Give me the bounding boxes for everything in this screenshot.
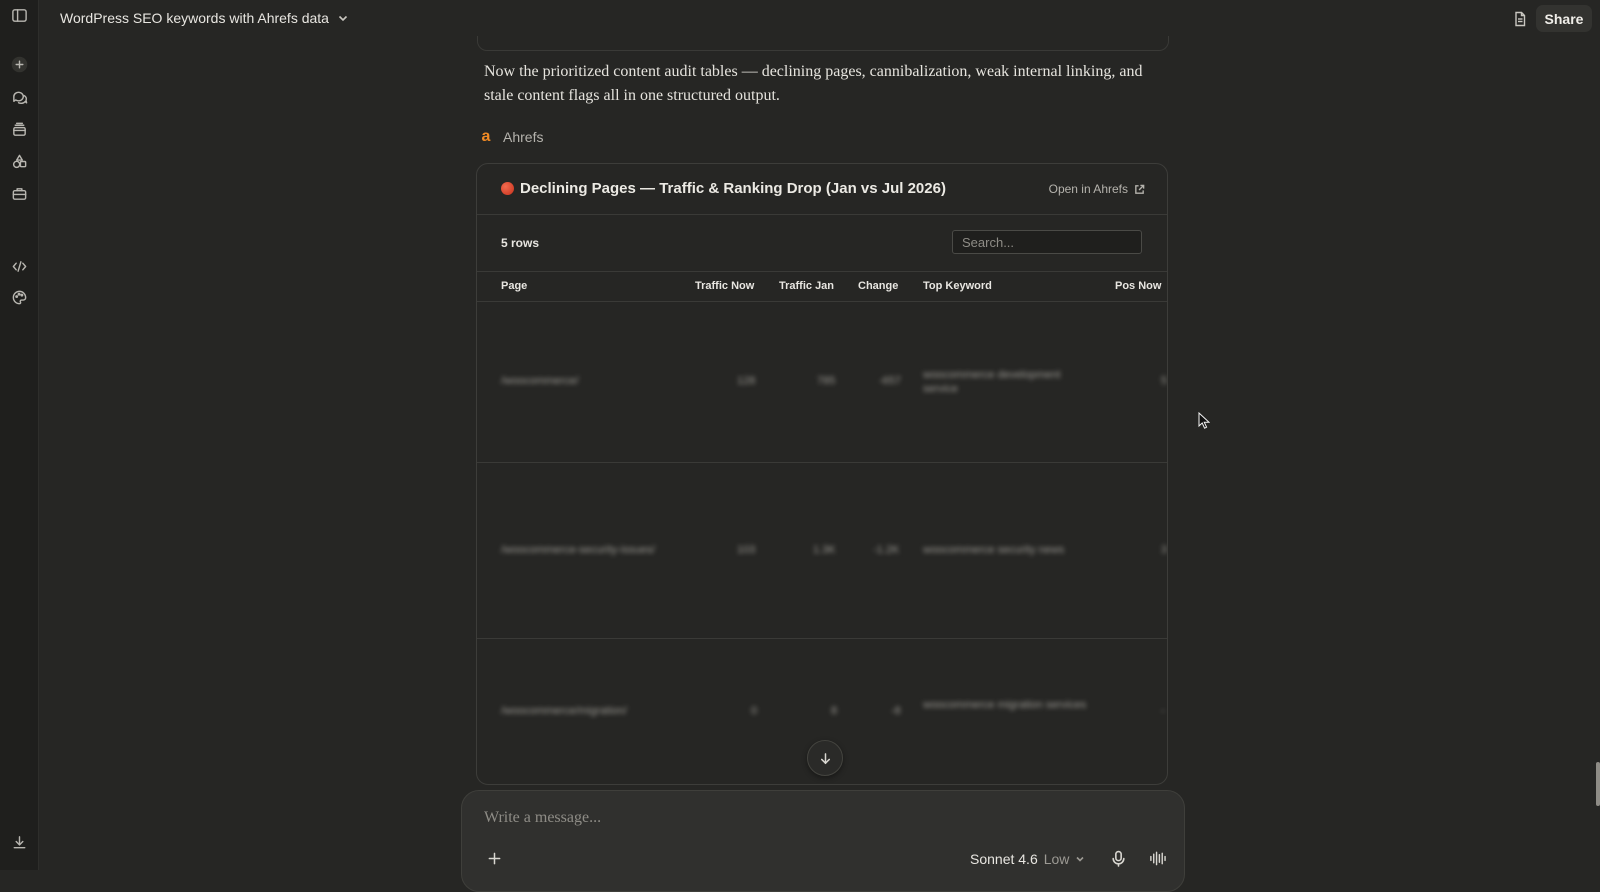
cell-pos-now: 5 bbox=[1161, 375, 1168, 387]
microphone-button[interactable] bbox=[1108, 848, 1128, 868]
mouse-cursor-icon bbox=[1198, 412, 1210, 429]
microphone-icon bbox=[1111, 850, 1125, 867]
cell-top-keyword: woocommerce development service bbox=[923, 369, 1061, 395]
cell-traffic-now: 103 bbox=[737, 544, 756, 556]
model-name: Sonnet 4.6 bbox=[970, 851, 1038, 867]
red-circle-icon bbox=[501, 182, 514, 195]
col-header-top-keyword[interactable]: Top Keyword bbox=[923, 280, 992, 292]
code-icon[interactable] bbox=[7, 254, 31, 278]
palette-icon[interactable] bbox=[7, 285, 31, 309]
cell-page: /woocommerce/ bbox=[501, 375, 579, 387]
cell-pos-now: 3 bbox=[1161, 544, 1168, 556]
message-input[interactable] bbox=[482, 805, 1126, 831]
ahrefs-logo-icon: a bbox=[481, 128, 491, 145]
col-header-pos-now[interactable]: Pos Now bbox=[1115, 280, 1161, 292]
cell-traffic-jan: 8 bbox=[831, 705, 838, 717]
open-in-ahrefs-link[interactable]: Open in Ahrefs bbox=[1049, 182, 1145, 196]
arrow-down-icon bbox=[820, 752, 830, 764]
model-selector[interactable]: Sonnet 4.6 Low bbox=[970, 851, 1085, 867]
col-header-traffic-jan[interactable]: Traffic Jan bbox=[779, 280, 834, 292]
document-icon[interactable] bbox=[1510, 9, 1530, 29]
cell-traffic-jan: 1.3K bbox=[813, 544, 836, 556]
external-link-icon bbox=[1135, 184, 1145, 194]
declining-pages-card: Declining Pages — Traffic & Ranking Drop… bbox=[476, 163, 1168, 785]
card-title-text: Declining Pages — Traffic & Ranking Drop… bbox=[520, 180, 946, 197]
sidebar-toggle-icon[interactable] bbox=[7, 3, 31, 27]
voice-mode-button[interactable] bbox=[1146, 848, 1168, 868]
chevron-down-icon bbox=[1076, 856, 1084, 862]
assistant-message-text: Now the prioritized content audit tables… bbox=[484, 63, 1143, 104]
conversation-title-dropdown[interactable]: WordPress SEO keywords with Ahrefs data bbox=[60, 10, 349, 26]
col-header-traffic-now[interactable]: Traffic Now bbox=[695, 280, 754, 292]
card-title: Declining Pages — Traffic & Ranking Drop… bbox=[501, 180, 946, 197]
cell-pos-now: - bbox=[1161, 705, 1165, 717]
chevron-down-icon bbox=[338, 15, 348, 22]
open-in-ahrefs-label: Open in Ahrefs bbox=[1048, 182, 1128, 196]
col-header-change[interactable]: Change bbox=[858, 280, 898, 292]
tool-attribution: a Ahrefs bbox=[479, 128, 544, 146]
waveform-icon bbox=[1149, 851, 1166, 865]
cell-page: /woocommerce-security-issues/ bbox=[501, 544, 656, 556]
previous-card-edge bbox=[477, 36, 1169, 51]
toolbox-icon[interactable] bbox=[7, 181, 31, 205]
card-header: Declining Pages — Traffic & Ranking Drop… bbox=[477, 164, 1167, 215]
cell-change: -1.2K bbox=[873, 544, 900, 556]
left-sidebar bbox=[0, 0, 39, 870]
share-button[interactable]: Share bbox=[1536, 5, 1592, 32]
cell-traffic-now: 128 bbox=[737, 375, 756, 387]
cell-top-keyword: woocommerce security news bbox=[923, 544, 1065, 556]
table-header-row: Page Traffic Now Traffic Jan Change Top … bbox=[477, 272, 1167, 302]
table-toolbar: 5 rows bbox=[477, 215, 1167, 272]
scrollbar-thumb[interactable] bbox=[1596, 762, 1600, 806]
col-header-page[interactable]: Page bbox=[501, 280, 527, 292]
conversation-title: WordPress SEO keywords with Ahrefs data bbox=[60, 10, 329, 26]
table-search-input[interactable] bbox=[952, 230, 1142, 254]
table-row: /woocommerce/ 128 785 -657 woocommerce d… bbox=[477, 302, 1167, 463]
chats-icon[interactable] bbox=[7, 85, 31, 109]
scroll-to-bottom-button[interactable] bbox=[807, 740, 843, 776]
cell-traffic-now: 0 bbox=[751, 705, 758, 717]
artifacts-icon[interactable] bbox=[7, 149, 31, 173]
plus-icon bbox=[488, 852, 500, 864]
rows-count: 5 rows bbox=[501, 236, 540, 250]
message-composer: Sonnet 4.6 Low bbox=[461, 790, 1185, 892]
cell-page: /woocommerce/migration/ bbox=[501, 705, 627, 717]
cell-traffic-jan: 785 bbox=[817, 375, 836, 387]
effort-level: Low bbox=[1043, 851, 1070, 867]
table-row: /woocommerce-security-issues/ 103 1.3K -… bbox=[477, 463, 1167, 639]
cell-change: -657 bbox=[879, 375, 902, 387]
tool-name: Ahrefs bbox=[503, 129, 544, 145]
cell-change: -8 bbox=[891, 705, 901, 717]
download-icon[interactable] bbox=[7, 830, 31, 854]
projects-icon[interactable] bbox=[7, 117, 31, 141]
new-chat-icon[interactable] bbox=[7, 52, 31, 76]
cell-top-keyword: woocommerce migration services bbox=[923, 699, 1087, 711]
add-attachment-button[interactable] bbox=[484, 848, 504, 868]
